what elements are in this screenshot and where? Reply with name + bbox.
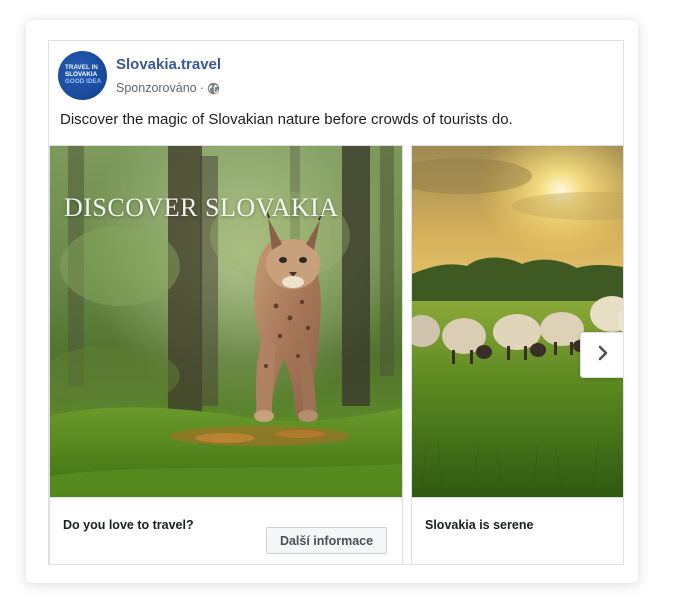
avatar-logo-line: GOOD IDEA (65, 78, 102, 85)
sponsored-label[interactable]: Sponzorováno (116, 81, 197, 95)
chevron-right-icon (594, 344, 612, 367)
post-header: TRAVEL IN SLOVAKIA GOOD IDEA Slovakia.tr… (58, 51, 558, 103)
ad-carousel: DISCOVER SLOVAKIA Do you love to travel?… (49, 145, 623, 564)
image-overlay-title: DISCOVER SLOVAKIA (64, 193, 339, 222)
globe-icon (207, 82, 220, 95)
carousel-next-button[interactable] (580, 332, 623, 378)
card-image-sheep[interactable] (412, 146, 623, 497)
sponsored-post: TRAVEL IN SLOVAKIA GOOD IDEA Slovakia.tr… (48, 40, 624, 565)
learn-more-button[interactable]: Další informace (266, 527, 387, 554)
post-meta: Sponzorováno · (116, 81, 220, 95)
post-body-text: Discover the magic of Slovakian nature b… (60, 111, 513, 128)
page-name-link[interactable]: Slovakia.travel (116, 56, 221, 73)
card-footer: Do you love to travel? Další informace (50, 497, 402, 564)
card-footer: Slovakia is serene (412, 497, 623, 564)
card-headline[interactable]: Slovakia is serene (425, 518, 533, 532)
meta-separator: · (199, 81, 204, 95)
card-image-lynx[interactable]: DISCOVER SLOVAKIA (50, 146, 402, 497)
avatar-logo: TRAVEL IN SLOVAKIA GOOD IDEA (65, 64, 101, 85)
avatar-logo-line: TRAVEL IN (65, 64, 98, 71)
page-avatar[interactable]: TRAVEL IN SLOVAKIA GOOD IDEA (58, 51, 107, 100)
card-headline[interactable]: Do you love to travel? (63, 518, 194, 532)
avatar-logo-line: SLOVAKIA (65, 71, 98, 78)
carousel-card[interactable]: DISCOVER SLOVAKIA Do you love to travel?… (49, 145, 403, 564)
